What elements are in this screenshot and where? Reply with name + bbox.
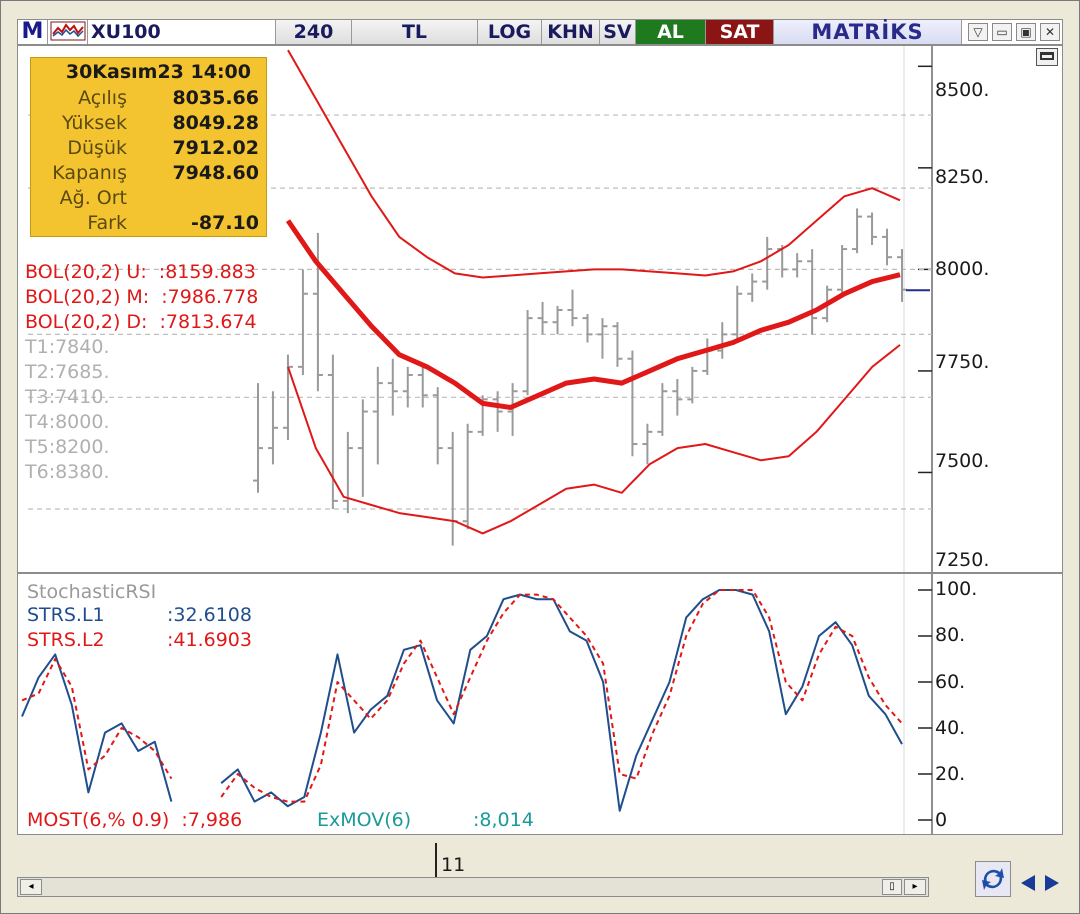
target-t2: T2:7685. — [25, 361, 110, 383]
horizontal-scrollbar[interactable]: ◂ ▯ ▸ — [17, 877, 929, 897]
target-t3: T3:7410. — [25, 386, 110, 408]
ohlc-tooltip: 30Kasım23 14:00 Açılış 8035.66 Yüksek 8049.… — [30, 57, 267, 237]
minimize-icon[interactable]: ▭ — [992, 23, 1012, 41]
refresh-icon[interactable] — [975, 861, 1011, 897]
scroll-thumb[interactable]: ▯ — [882, 879, 902, 895]
tooltip-key: Yüksek — [61, 112, 127, 134]
tooltip-date: 30Kasım23 14:00 — [65, 61, 251, 83]
bol-mid-label: BOL(20,2) M: :7986.778 — [25, 286, 259, 308]
tooltip-value: 7912.02 — [172, 137, 259, 159]
scroll-prev-icon[interactable] — [1017, 871, 1039, 895]
price-tick: 7250. — [935, 549, 990, 571]
strs-l2-value: :41.6903 — [167, 629, 252, 651]
sv-button[interactable]: SV — [600, 20, 636, 44]
tooltip-key: Açılış — [78, 87, 127, 109]
strs-l1-value: :32.6108 — [167, 604, 252, 626]
tooltip-value: -87.10 — [191, 212, 259, 234]
tooltip-key: Ağ. Ort — [59, 187, 127, 209]
buy-button[interactable]: AL — [636, 20, 706, 44]
osc-title: StochasticRSI — [27, 581, 157, 603]
stoch-l1-line — [220, 589, 903, 812]
osc-tick: 40. — [935, 717, 966, 739]
tooltip-value: 8049.28 — [172, 112, 259, 134]
osc-tick: 20. — [935, 763, 966, 785]
exmov-label: ExMOV(6) — [317, 809, 412, 831]
time-label: 11 — [441, 854, 466, 876]
sell-button[interactable]: SAT — [706, 20, 774, 44]
tooltip-key: Kapanış — [52, 162, 127, 184]
target-t4: T4:8000. — [25, 411, 110, 433]
target-t6: T6:8380. — [25, 461, 110, 483]
close-icon[interactable]: ✕ — [1040, 23, 1060, 41]
bol-upper-label: BOL(20,2) U: :8159.883 — [25, 261, 256, 283]
log-toggle[interactable]: LOG — [478, 20, 542, 44]
price-tick: 7500. — [935, 450, 990, 472]
currency-selector[interactable]: TL — [352, 20, 478, 44]
strs-l1-label: STRS.L1 — [27, 604, 105, 626]
price-tick: 8000. — [935, 258, 990, 280]
chart-window: M XU100 240 TL LOG KHN SV AL SAT MATRİKS… — [0, 0, 1080, 914]
most-label: MOST(6,% 0.9) :7,986 — [27, 809, 243, 831]
price-tick: 8250. — [935, 166, 990, 188]
time-marker — [435, 843, 437, 877]
scroll-next-icon[interactable] — [1041, 871, 1063, 895]
panel-maximize-icon[interactable] — [1036, 48, 1058, 66]
bollinger-upper — [287, 49, 901, 279]
price-tick: 7750. — [935, 351, 990, 373]
brand-logo: MATRİKS — [774, 20, 962, 44]
symbol-field[interactable]: XU100 — [88, 20, 276, 44]
stoch-l1-line — [21, 653, 173, 802]
stoch-l2-line — [220, 589, 903, 803]
osc-tick: 100. — [935, 578, 978, 600]
period-selector[interactable]: 240 — [276, 20, 352, 44]
tooltip-value — [169, 186, 259, 211]
chart-type-icon[interactable] — [48, 20, 88, 44]
tooltip-value: 7948.60 — [172, 162, 259, 184]
target-t1: T1:7840. — [25, 336, 110, 358]
scroll-left-icon[interactable]: ◂ — [20, 879, 42, 895]
dropdown-icon[interactable]: ▽ — [968, 23, 988, 41]
bol-lower-label: BOL(20,2) D: :7813.674 — [25, 311, 257, 333]
strs-l2-label: STRS.L2 — [27, 629, 105, 651]
toolbar: M XU100 240 TL LOG KHN SV AL SAT MATRİKS… — [17, 19, 1063, 45]
tooltip-key: Fark — [87, 212, 127, 234]
tooltip-value: 8035.66 — [172, 87, 259, 109]
osc-tick: 0 — [935, 809, 948, 831]
tooltip-key: Düşük — [67, 137, 127, 159]
bollinger-lower — [287, 344, 901, 535]
bollinger-middle — [285, 219, 901, 410]
scroll-right-icon[interactable]: ▸ — [904, 879, 926, 895]
maximize-icon[interactable]: ▣ — [1016, 23, 1036, 41]
price-tick: 8500. — [935, 79, 990, 101]
khn-button[interactable]: KHN — [542, 20, 600, 44]
exmov-value: :8,014 — [473, 809, 534, 831]
osc-tick: 80. — [935, 624, 966, 646]
menu-button[interactable]: M — [18, 20, 48, 44]
osc-tick: 60. — [935, 671, 966, 693]
target-t5: T5:8200. — [25, 436, 110, 458]
